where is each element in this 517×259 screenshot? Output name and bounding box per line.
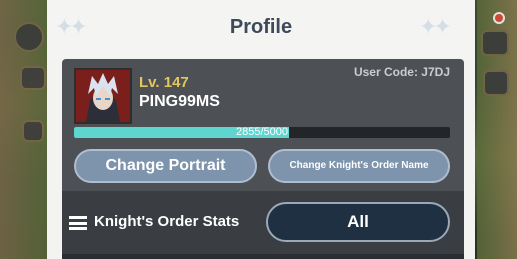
order-stats-label: Knight's Order Stats — [94, 213, 240, 230]
portrait-knight-icon — [76, 70, 130, 122]
left-game-hud — [0, 0, 48, 259]
avatar[interactable] — [74, 68, 132, 124]
profile-modal: ✦✦ ✦✦ Profile User Code: J7DJ Lv. 147 PI… — [47, 0, 475, 259]
player-name: PING99MS — [139, 93, 220, 110]
hud-shield-icon — [22, 120, 44, 142]
list-menu-icon — [69, 216, 87, 230]
player-level: Lv. 147 — [139, 74, 189, 91]
user-code: User Code: J7DJ — [353, 65, 450, 79]
hud-flag-icon — [483, 70, 509, 96]
exp-progress-bar: 2855/5000 — [74, 127, 450, 138]
stats-filter-button[interactable]: All — [266, 202, 450, 242]
exp-progress-label: 2855/5000 — [236, 127, 288, 138]
hud-chest-icon — [481, 30, 509, 56]
profile-panel: User Code: J7DJ Lv. 147 PING99MS 2855/50… — [62, 59, 464, 259]
modal-header: ✦✦ ✦✦ Profile — [47, 0, 475, 58]
hud-gear-icon — [14, 22, 44, 52]
order-stats-row: Knight's Order Stats All — [62, 191, 464, 259]
hud-menu-icon — [20, 66, 46, 90]
change-order-name-button[interactable]: Change Knight's Order Name — [268, 149, 450, 183]
panel-bottom-edge — [62, 254, 464, 259]
right-game-hud — [477, 0, 517, 259]
change-portrait-button[interactable]: Change Portrait — [74, 149, 257, 183]
notification-dot-icon — [493, 12, 505, 24]
modal-title: Profile — [229, 16, 293, 38]
